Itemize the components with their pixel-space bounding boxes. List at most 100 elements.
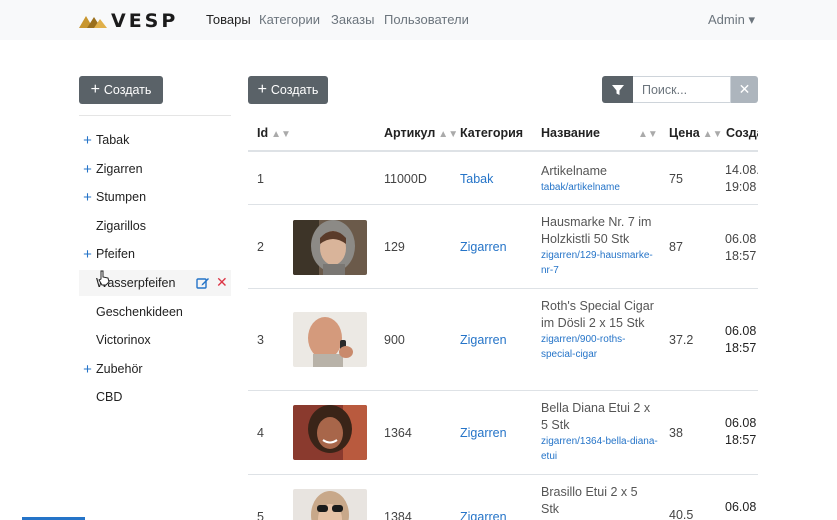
cell-price: 37.2: [669, 333, 694, 347]
nav-orders[interactable]: Заказы: [331, 12, 374, 27]
category-item-cbd[interactable]: CBD: [79, 384, 231, 410]
product-slug-link[interactable]: zigarren/1364-bella-diana-etui: [541, 434, 659, 464]
nav-categories[interactable]: Категории: [259, 12, 320, 27]
product-thumbnail[interactable]: [293, 489, 367, 520]
column-header-id[interactable]: Id ▲▼: [257, 126, 291, 140]
category-item-victorinox[interactable]: Victorinox: [79, 327, 231, 353]
search-input[interactable]: [633, 76, 731, 103]
cell-price: 75: [669, 172, 683, 186]
category-label: Zigarillos: [96, 219, 147, 233]
brand-name: VESP: [111, 10, 179, 32]
row-divider: [248, 390, 758, 391]
cell-id: 5: [257, 510, 264, 520]
cell-id: 2: [257, 240, 264, 254]
product-thumbnail[interactable]: [293, 220, 367, 275]
category-label: Geschenkideen: [96, 305, 183, 319]
expand-plus-icon[interactable]: +: [79, 162, 96, 177]
expand-plus-icon[interactable]: +: [79, 362, 96, 377]
cell-category-link[interactable]: Zigarren: [460, 510, 507, 520]
filter-button[interactable]: [602, 76, 633, 103]
cell-sku: 1384: [384, 510, 412, 520]
cell-created: 06.08 18:57: [725, 415, 756, 449]
category-label: Victorinox: [96, 333, 151, 347]
column-label: Название: [541, 126, 601, 140]
expand-plus-icon[interactable]: +: [79, 247, 96, 262]
woman-smiling-photo: [293, 405, 367, 460]
products-table: Id ▲▼ Артикул ▲▼ Категория Название ▲▼ Цена…: [248, 115, 758, 520]
cell-name: Hausmarke Nr. 7 im Holzkistli 50 Stk zig…: [541, 214, 659, 278]
product-slug-link[interactable]: tabak/artikelname: [541, 180, 659, 195]
created-date: 06.08: [725, 416, 757, 430]
create-product-label: Создать: [270, 83, 319, 97]
expand-plus-icon[interactable]: +: [79, 133, 96, 148]
sidebar-create-label: Создать: [103, 83, 152, 97]
cell-price: 40.5: [669, 508, 694, 520]
created-time: 18:57: [725, 341, 757, 355]
cell-category-link[interactable]: Zigarren: [460, 426, 507, 440]
hand-cursor-icon: [98, 270, 110, 286]
sort-icon: ▲▼: [438, 129, 459, 140]
category-item-zigarillos[interactable]: Zigarillos: [79, 213, 231, 239]
product-slug-link[interactable]: zigarren/129-hausmarke-nr-7: [541, 248, 659, 278]
cell-name: Brasillo Etui 2 x 5 Stk: [541, 484, 659, 518]
category-item-zigarren[interactable]: + Zigarren: [79, 156, 231, 182]
row-divider: [248, 288, 758, 289]
brand-logo[interactable]: VESP: [79, 10, 178, 32]
column-label: Цена: [669, 126, 700, 140]
column-header-price[interactable]: Цена ▲▼: [669, 126, 723, 140]
product-name: Artikelname: [541, 164, 607, 178]
column-label: Артикул: [384, 126, 436, 140]
sidebar-create-button[interactable]: + Создать: [79, 76, 163, 104]
category-label: CBD: [96, 390, 123, 404]
nav-products[interactable]: Товары: [206, 12, 251, 27]
column-header-name[interactable]: Название ▲▼: [541, 126, 658, 140]
column-header-sku[interactable]: Артикул ▲▼: [384, 126, 458, 140]
edit-icon[interactable]: [196, 276, 210, 290]
created-date: 14.08.: [725, 163, 758, 177]
create-product-button[interactable]: + Создать: [248, 76, 328, 104]
sort-icon: ▲▼: [271, 129, 291, 140]
cell-id: 1: [257, 172, 264, 186]
cell-name: Artikelname tabak/artikelname: [541, 163, 659, 195]
cell-category-link[interactable]: Tabak: [460, 172, 493, 186]
category-item-stumpen[interactable]: + Stumpen: [79, 184, 231, 210]
column-header-created[interactable]: Созда: [726, 126, 758, 140]
product-name: Brasillo Etui 2 x 5 Stk: [541, 485, 638, 516]
cell-category-link[interactable]: Zigarren: [460, 333, 507, 347]
category-item-zubehoer[interactable]: + Zubehör: [79, 356, 231, 382]
table-header-divider: [248, 150, 758, 152]
product-slug-link[interactable]: zigarren/900-roths-special-cigar: [541, 332, 659, 362]
category-label: Zigarren: [96, 162, 143, 176]
user-menu[interactable]: Admin ▾: [708, 12, 755, 28]
cell-sku: 129: [384, 240, 405, 254]
cell-created: 06.08: [725, 499, 756, 516]
cell-sku: 900: [384, 333, 405, 347]
cell-price: 38: [669, 426, 683, 440]
column-header-category[interactable]: Категория: [460, 126, 523, 140]
category-item-pfeifen[interactable]: + Pfeifen: [79, 241, 231, 267]
category-label: Zubehör: [96, 362, 143, 376]
category-item-geschenkideen[interactable]: Geschenkideen: [79, 299, 231, 325]
product-name: Bella Diana Etui 2 x 5 Stk: [541, 401, 651, 432]
product-thumbnail[interactable]: [293, 312, 367, 367]
cell-name: Roth's Special Cigar im Dösli 2 x 15 Stk…: [541, 298, 659, 362]
filter-icon: [611, 84, 624, 95]
expand-plus-icon[interactable]: +: [79, 190, 96, 205]
category-item-tabak[interactable]: + Tabak: [79, 127, 231, 153]
product-name: Hausmarke Nr. 7 im Holzkistli 50 Stk: [541, 215, 652, 246]
sort-icon: ▲▼: [702, 129, 723, 140]
row-divider: [248, 474, 758, 475]
category-label: Pfeifen: [96, 247, 135, 261]
product-thumbnail[interactable]: [293, 405, 367, 460]
cell-id: 4: [257, 426, 264, 440]
cell-sku: 11000D: [384, 172, 427, 186]
nav-users[interactable]: Пользователи: [384, 12, 469, 27]
created-time: 19:08: [725, 180, 757, 194]
logo-mark-icon: [79, 16, 107, 28]
delete-icon[interactable]: ✕: [216, 274, 228, 291]
created-date: 06.08: [725, 232, 757, 246]
cell-created: 14.08. 19:08: [725, 162, 758, 196]
clear-search-button[interactable]: ✕: [731, 76, 758, 103]
man-phone-photo: [293, 312, 367, 367]
cell-category-link[interactable]: Zigarren: [460, 240, 507, 254]
